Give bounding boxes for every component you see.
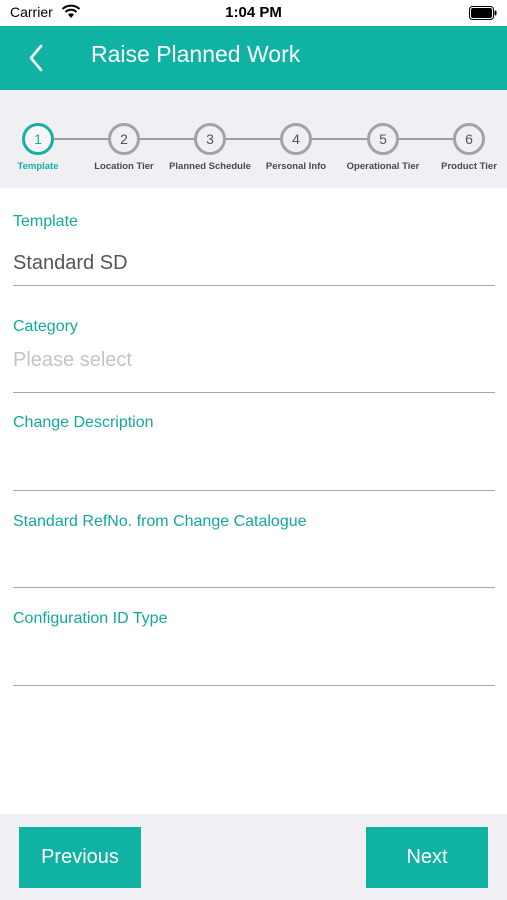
- configuration-id-type-field[interactable]: Configuration ID Type: [13, 588, 495, 686]
- footer-bar: Previous Next: [0, 814, 507, 900]
- next-button[interactable]: Next: [366, 827, 488, 888]
- step-label: Operational Tier: [346, 161, 420, 172]
- step-planned-schedule[interactable]: 3 Planned Schedule: [165, 123, 255, 172]
- template-field[interactable]: Template Standard SD: [13, 188, 495, 286]
- previous-button[interactable]: Previous: [19, 827, 141, 888]
- status-time: 1:04 PM: [225, 4, 282, 21]
- planned-work-form: Template Standard SD Category Please sel…: [0, 188, 507, 814]
- step-location-tier[interactable]: 2 Location Tier: [79, 123, 169, 172]
- step-label: Product Tier: [441, 161, 497, 172]
- status-bar: Carrier 1:04 PM: [0, 0, 507, 26]
- configuration-id-type-label: Configuration ID Type: [13, 610, 168, 627]
- step-label: Personal Info: [265, 161, 327, 172]
- step-number: 3: [194, 123, 226, 155]
- change-description-field[interactable]: Change Description: [13, 393, 495, 491]
- progress-stepper: 1 Template 2 Location Tier 3 Planned Sch…: [0, 90, 507, 188]
- category-field[interactable]: Category Please select: [13, 295, 495, 393]
- category-label: Category: [13, 318, 78, 335]
- standard-refno-field[interactable]: Standard RefNo. from Change Catalogue: [13, 490, 495, 588]
- step-number: 2: [108, 123, 140, 155]
- step-label: Planned Schedule: [169, 161, 251, 172]
- page-title: Raise Planned Work: [91, 41, 301, 67]
- template-value[interactable]: Standard SD: [13, 252, 128, 275]
- change-description-label: Change Description: [13, 414, 154, 431]
- step-label: Template: [17, 161, 59, 172]
- step-number: 5: [367, 123, 399, 155]
- step-number: 6: [453, 123, 485, 155]
- step-operational-tier[interactable]: 5 Operational Tier: [338, 123, 428, 172]
- category-select[interactable]: Please select: [13, 349, 132, 372]
- template-label: Template: [13, 213, 78, 230]
- step-number: 4: [280, 123, 312, 155]
- step-personal-info[interactable]: 4 Personal Info: [251, 123, 341, 172]
- battery-icon: [469, 6, 497, 20]
- standard-refno-label: Standard RefNo. from Change Catalogue: [13, 513, 307, 530]
- nav-header: Raise Planned Work: [0, 26, 507, 90]
- chevron-left-icon: [29, 44, 43, 72]
- step-product-tier[interactable]: 6 Product Tier: [424, 123, 507, 172]
- step-template[interactable]: 1 Template: [0, 123, 83, 172]
- step-number: 1: [22, 123, 54, 155]
- back-button[interactable]: [18, 40, 54, 76]
- step-label: Location Tier: [94, 161, 154, 172]
